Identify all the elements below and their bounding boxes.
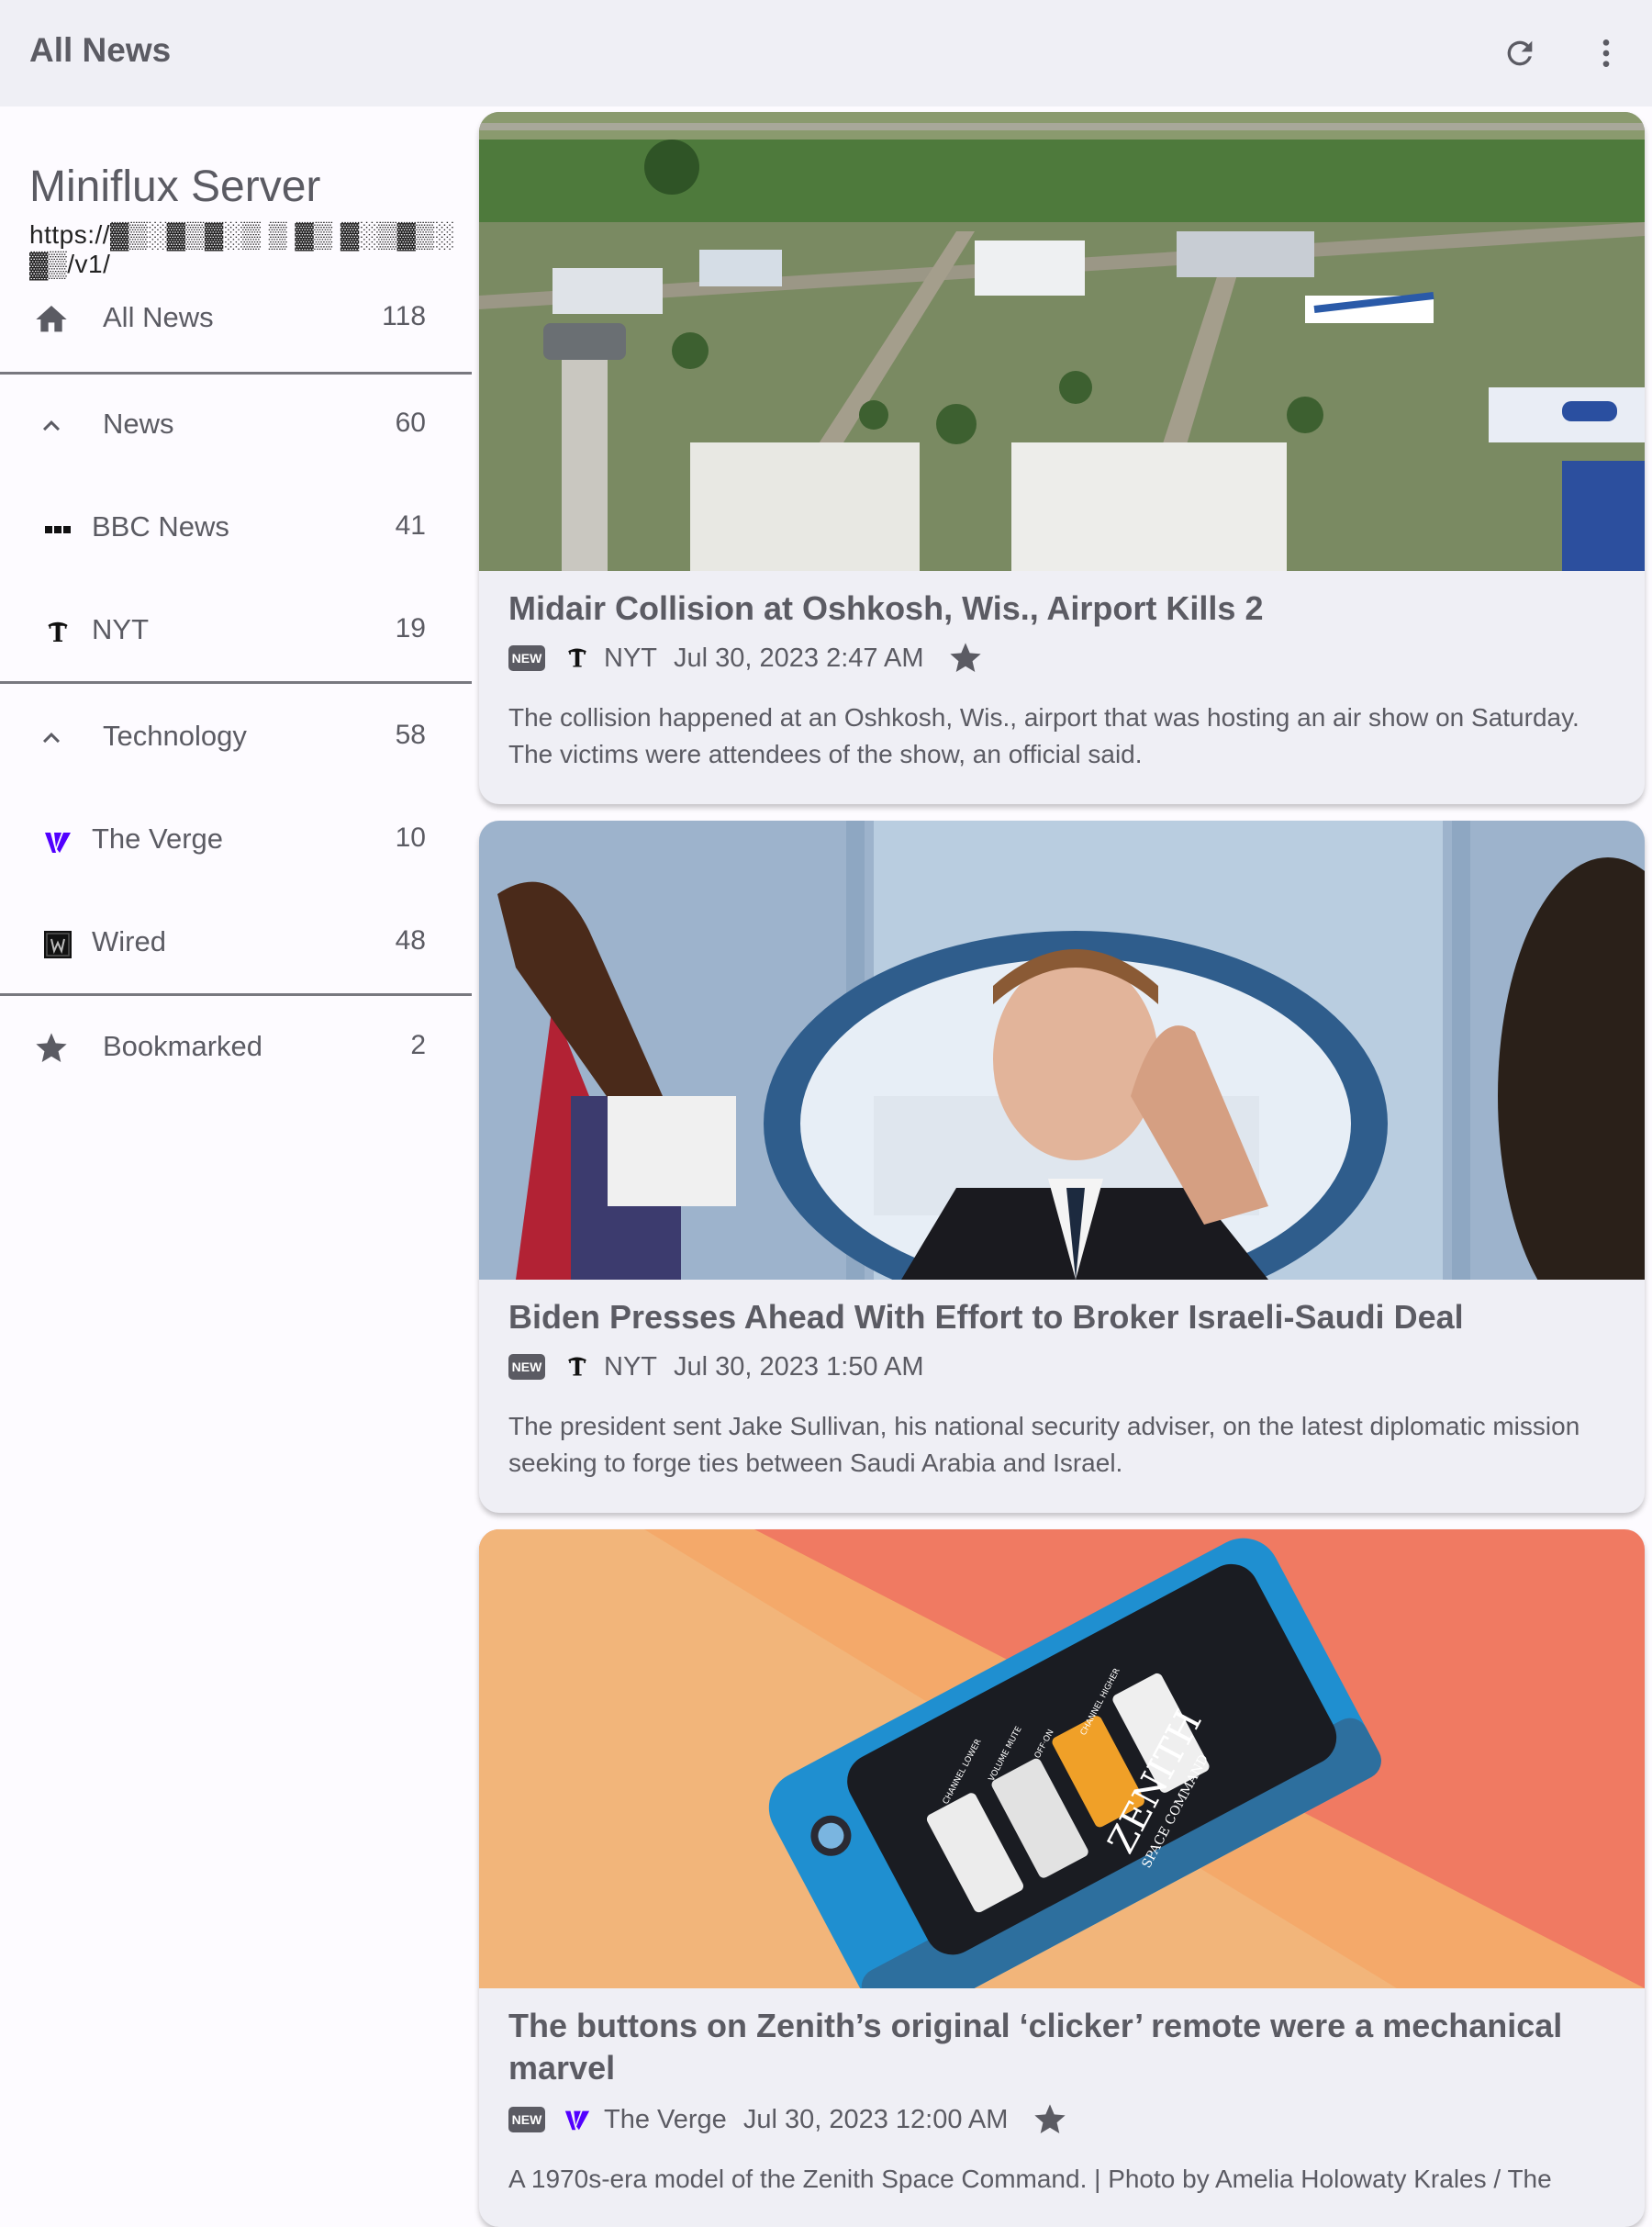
more-vert-icon [1588, 35, 1624, 72]
article-source: The Verge [604, 2104, 727, 2134]
article-card[interactable]: Biden Presses Ahead With Effort to Broke… [479, 821, 1645, 1513]
nav-category-news[interactable]: News 60 [0, 375, 472, 477]
unread-count: 10 [395, 823, 426, 853]
home-icon [33, 301, 70, 338]
chevron-up-icon[interactable] [33, 720, 70, 756]
article-card[interactable]: Midair Collision at Oshkosh, Wis., Airpo… [479, 112, 1645, 804]
aerial-airshow-image [479, 112, 1645, 571]
verge-icon [562, 2104, 593, 2135]
new-badge: NEW [508, 1354, 545, 1380]
nav-item-bookmarked[interactable]: Bookmarked 2 [0, 997, 472, 1100]
new-badge: NEW [508, 645, 545, 671]
nav-item-label: BBC News [92, 510, 229, 543]
unread-count: 58 [395, 720, 426, 750]
nav-feed-nyt[interactable]: T NYT 19 [0, 580, 472, 683]
nav-item-label: News [103, 408, 174, 440]
top-app-bar: All News [0, 0, 1652, 106]
nav-item-label: Technology [103, 720, 247, 752]
article-date: Jul 30, 2023 2:47 AM [674, 643, 924, 673]
unread-count: 60 [395, 408, 426, 438]
unread-count: 41 [395, 510, 426, 541]
article-title[interactable]: The buttons on Zenith’s original ‘clicke… [508, 2005, 1610, 2089]
wired-icon [42, 929, 73, 960]
verge-icon [42, 826, 73, 857]
article-title[interactable]: Biden Presses Ahead With Effort to Broke… [508, 1296, 1610, 1338]
page-title: All News [29, 31, 172, 69]
nyt-icon: T [42, 617, 73, 648]
nav-item-label: Bookmarked [103, 1030, 263, 1062]
refresh-button[interactable] [1489, 22, 1551, 84]
nav-category-technology[interactable]: Technology 58 [0, 687, 472, 789]
article-card[interactable]: ZENITH SPACE COMMAND CHANNEL LOWER VOLUM… [479, 1529, 1645, 2227]
unread-count: 2 [410, 1030, 426, 1060]
article-date: Jul 30, 2023 12:00 AM [742, 2104, 1009, 2134]
article-source: NYT [604, 643, 657, 673]
nyt-icon: T [562, 1351, 593, 1382]
nav-feed-bbc-news[interactable]: BBC News 41 [0, 477, 472, 580]
nav-item-all-news[interactable]: All News 118 [0, 268, 472, 371]
server-title: Miniflux Server [29, 162, 321, 211]
nav-item-label: NYT [92, 613, 149, 645]
bbc-icon [42, 514, 73, 545]
nav-item-label: Wired [92, 925, 166, 957]
nav-feed-the-verge[interactable]: The Verge 10 [0, 789, 472, 892]
article-meta: NEW The Verge Jul 30, 2023 12:00 AM [508, 2099, 1070, 2140]
divider [0, 993, 472, 996]
unread-count: 118 [382, 301, 426, 331]
article-source: NYT [604, 1351, 657, 1382]
star-icon [33, 1030, 70, 1067]
press-briefing-image [479, 821, 1645, 1280]
article-meta: NEW T NYT Jul 30, 2023 1:50 AM [508, 1347, 940, 1387]
article-title[interactable]: Midair Collision at Oshkosh, Wis., Airpo… [508, 588, 1610, 630]
article-summary: The president sent Jake Sullivan, his na… [508, 1412, 1580, 1477]
nav-item-label: The Verge [92, 823, 224, 855]
bookmark-star-icon[interactable] [945, 638, 986, 678]
unread-count: 19 [395, 613, 426, 643]
new-badge: NEW [508, 2107, 545, 2132]
divider [0, 681, 472, 684]
chevron-up-icon[interactable] [33, 408, 70, 444]
navigation-drawer: Miniflux Server https://▓▒░▓▒▓░▒ ▒ ▓▒ ▓░… [0, 106, 472, 2199]
article-date: Jul 30, 2023 1:50 AM [674, 1351, 924, 1382]
article-meta: NEW T NYT Jul 30, 2023 2:47 AM [508, 638, 986, 678]
refresh-icon [1501, 35, 1538, 72]
article-summary: The collision happened at an Oshkosh, Wi… [508, 703, 1579, 768]
nav-feed-wired[interactable]: Wired 48 [0, 892, 472, 995]
article-summary: A 1970s-era model of the Zenith Space Co… [508, 2165, 1552, 2193]
overflow-menu-button[interactable] [1575, 22, 1637, 84]
unread-count: 48 [395, 925, 426, 956]
zenith-remote-image: ZENITH SPACE COMMAND CHANNEL LOWER VOLUM… [479, 1529, 1645, 1988]
nyt-icon: T [562, 643, 593, 674]
nav-item-label: All News [103, 301, 214, 333]
bookmark-star-icon[interactable] [1030, 2099, 1070, 2140]
